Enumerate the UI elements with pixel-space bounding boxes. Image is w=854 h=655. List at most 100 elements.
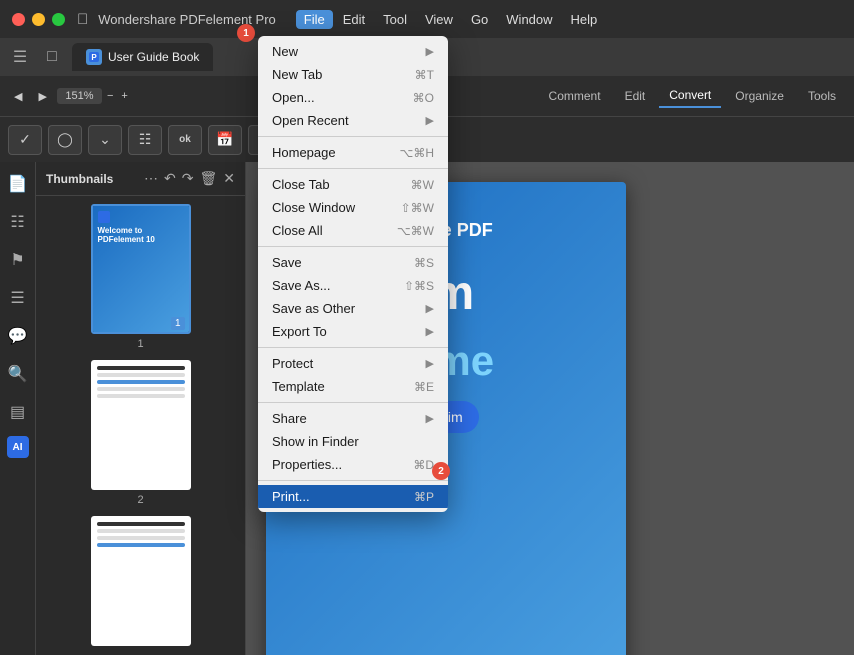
thumb-line <box>97 543 185 547</box>
menu-protect[interactable]: Protect ▶ <box>258 352 448 375</box>
icon-check[interactable]: ✓ <box>8 125 42 155</box>
menu-share-label: Share <box>272 411 307 426</box>
thumbnail-img-1[interactable]: Welcome toPDFelement 10 1 <box>91 204 191 334</box>
menu-protect-arrow: ▶ <box>426 357 434 370</box>
menu-share[interactable]: Share ▶ <box>258 407 448 430</box>
close-button[interactable] <box>12 13 25 26</box>
grid-icon[interactable]: ☷ <box>6 208 28 236</box>
minimize-button[interactable] <box>32 13 45 26</box>
zoom-minus-btn[interactable]: − <box>104 90 116 102</box>
thumbnails-sidebar: Thumbnails ⋯ ↶ ↷ 🗑 ✕ Welcome toPDFelemen… <box>36 162 246 655</box>
thumbnail-item-1[interactable]: Welcome toPDFelement 10 1 1 <box>44 204 237 350</box>
menu-properties-shortcut: ⌘D <box>413 458 434 472</box>
menu-open-shortcut: ⌘O <box>413 91 434 105</box>
icon-field[interactable]: ok <box>168 125 202 155</box>
menu-close-window-shortcut: ⇧⌘W <box>401 201 434 215</box>
icon-listbox[interactable]: ☷ <box>128 125 162 155</box>
menu-new-tab[interactable]: New Tab ⌘T <box>258 63 448 86</box>
thumbnail-item-2[interactable]: 2 <box>44 360 237 506</box>
list-icon[interactable]: ☰ <box>6 284 28 312</box>
document-tab[interactable]: P User Guide Book <box>72 43 213 71</box>
menu-print-label: Print... <box>272 489 310 504</box>
menu-edit[interactable]: Edit <box>335 10 373 29</box>
sidebar-left-icons: 📄 ☷ ⚑ ☰ 💬 🔍 ▤ AI <box>0 162 36 655</box>
bookmark-icon[interactable]: ⚑ <box>6 246 28 274</box>
tab-app-icon: P <box>86 49 102 65</box>
menu-new[interactable]: New ▶ <box>258 40 448 63</box>
menu-template[interactable]: Template ⌘E <box>258 375 448 398</box>
icon-radio[interactable]: ◯ <box>48 125 82 155</box>
thumb-content-preview-3 <box>93 518 189 644</box>
maximize-button[interactable] <box>52 13 65 26</box>
thumbnail-list: Welcome toPDFelement 10 1 1 <box>36 196 245 655</box>
menu-help[interactable]: Help <box>563 10 606 29</box>
menu-open-label: Open... <box>272 90 315 105</box>
icon-dropdown[interactable]: ⌄ <box>88 125 122 155</box>
sidebar-close-btn[interactable]: ✕ <box>223 170 235 187</box>
tab-edit[interactable]: Edit <box>615 85 656 107</box>
nav-tabs: Comment Edit Convert Organize Tools <box>539 84 846 108</box>
thumb-content-preview-1: Welcome toPDFelement 10 <box>93 206 189 332</box>
menu-template-shortcut: ⌘E <box>414 380 434 394</box>
layers-icon[interactable]: ▤ <box>6 398 29 426</box>
menu-open-recent[interactable]: Open Recent ▶ <box>258 109 448 132</box>
menu-save-as-other-label: Save as Other <box>272 301 355 316</box>
tab-organize[interactable]: Organize <box>725 85 794 107</box>
menu-section-1: New ▶ New Tab ⌘T Open... ⌘O Open Recent … <box>258 36 448 136</box>
undo-icon[interactable]: ↶ <box>164 170 176 187</box>
menu-close-tab[interactable]: Close Tab ⌘W <box>258 173 448 196</box>
menu-go[interactable]: Go <box>463 10 496 29</box>
menu-properties[interactable]: Properties... ⌘D <box>258 453 448 476</box>
zoom-plus-btn[interactable]: + <box>118 90 130 102</box>
menu-homepage-shortcut: ⌥⌘H <box>400 146 435 160</box>
menu-close-tab-label: Close Tab <box>272 177 330 192</box>
menu-save-as-other[interactable]: Save as Other ▶ <box>258 297 448 320</box>
toolbar-forward-btn[interactable]: ▶ <box>32 87 52 106</box>
menu-file[interactable]: File <box>296 10 333 29</box>
thumbnail-item-3[interactable] <box>44 516 237 650</box>
thumbnail-img-3[interactable] <box>91 516 191 646</box>
menu-close-window[interactable]: Close Window ⇧⌘W <box>258 196 448 219</box>
menu-show-in-finder[interactable]: Show in Finder <box>258 430 448 453</box>
search-icon[interactable]: 🔍 <box>4 360 32 388</box>
zoom-input[interactable] <box>57 88 102 104</box>
menu-export-to-label: Export To <box>272 324 327 339</box>
more-options-icon[interactable]: ⋯ <box>144 170 158 187</box>
menu-template-label: Template <box>272 379 325 394</box>
menu-print[interactable]: Print... ⌘P <box>258 485 448 508</box>
delete-icon[interactable]: 🗑 <box>199 170 217 187</box>
menu-tool[interactable]: Tool <box>375 10 415 29</box>
thumb-line <box>97 373 185 377</box>
menu-section-4: Save ⌘S Save As... ⇧⌘S Save as Other ▶ E… <box>258 246 448 347</box>
zoom-control: − + <box>57 88 131 104</box>
toolbar-back-btn[interactable]: ◀ <box>8 87 28 106</box>
menu-save-label: Save <box>272 255 302 270</box>
sidebar-toggle-btn[interactable]: ☰ <box>8 45 32 69</box>
tab-convert[interactable]: Convert <box>659 84 721 108</box>
menu-open[interactable]: Open... ⌘O <box>258 86 448 109</box>
svg-text:P: P <box>91 53 97 62</box>
titlebar:  Wondershare PDFelement Pro File Edit T… <box>0 0 854 38</box>
menu-homepage[interactable]: Homepage ⌥⌘H <box>258 141 448 164</box>
redo-icon[interactable]: ↷ <box>182 170 194 187</box>
thumbnail-img-2[interactable] <box>91 360 191 490</box>
thumb-line <box>97 536 185 540</box>
menu-section-2: Homepage ⌥⌘H <box>258 136 448 168</box>
tab-title: User Guide Book <box>108 50 199 64</box>
comment-icon[interactable]: 💬 <box>4 322 32 350</box>
menu-window[interactable]: Window <box>498 10 560 29</box>
menu-protect-label: Protect <box>272 356 313 371</box>
menu-save-as[interactable]: Save As... ⇧⌘S <box>258 274 448 297</box>
menu-save[interactable]: Save ⌘S <box>258 251 448 274</box>
tab-tools[interactable]: Tools <box>798 85 846 107</box>
thumb-line <box>97 366 185 370</box>
add-tab-btn[interactable]: □ <box>40 45 64 69</box>
menu-export-to[interactable]: Export To ▶ <box>258 320 448 343</box>
menu-view[interactable]: View <box>417 10 461 29</box>
ai-icon[interactable]: AI <box>7 436 29 458</box>
tab-comment[interactable]: Comment <box>539 85 611 107</box>
thumb-line <box>97 387 185 391</box>
menu-close-all[interactable]: Close All ⌥⌘W <box>258 219 448 242</box>
icon-calendar[interactable]: 📅 <box>208 125 242 155</box>
page-icon[interactable]: 📄 <box>4 170 32 198</box>
